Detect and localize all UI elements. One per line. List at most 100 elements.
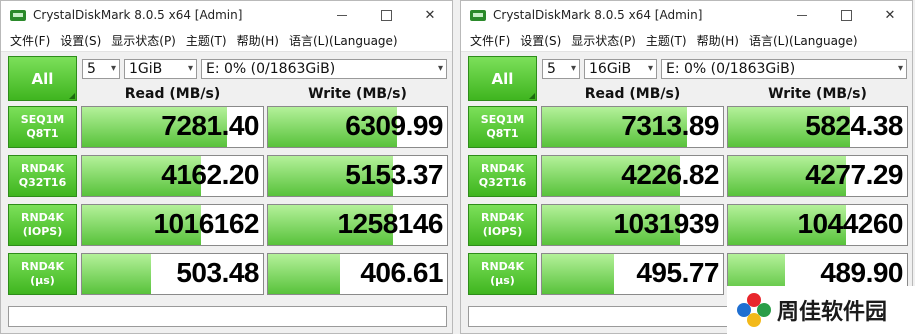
test-name: RND4K — [21, 162, 64, 175]
test-name: RND4K — [21, 211, 64, 224]
write-result: 5153.37 — [267, 155, 448, 197]
menu-display-status[interactable]: 显示状态(P) — [566, 32, 641, 49]
read-value: 495.77 — [636, 257, 719, 288]
test-button[interactable]: RND4K (IOPS) — [8, 204, 77, 246]
read-result: 4162.20 — [81, 155, 264, 197]
menu-help[interactable]: 帮助(H) — [692, 32, 744, 49]
read-header: Read (MB/s) — [584, 86, 681, 102]
chevron-down-icon: ▾ — [647, 63, 653, 74]
test-name: RND4K — [481, 211, 524, 224]
write-progress-bar — [268, 254, 340, 294]
read-progress-bar — [542, 254, 615, 294]
test-button[interactable]: RND4K Q32T16 — [468, 155, 537, 197]
count-value: 5 — [87, 61, 96, 77]
all-button[interactable]: All — [468, 56, 537, 101]
size-select[interactable]: 16GiB ▾ — [584, 59, 657, 79]
menu-help[interactable]: 帮助(H) — [232, 32, 284, 49]
count-select[interactable]: 5 ▾ — [542, 59, 580, 79]
minimize-button[interactable] — [320, 1, 364, 29]
chevron-down-icon: ▾ — [437, 63, 443, 74]
chevron-down-icon: ▾ — [570, 63, 576, 74]
test-param: (IOPS) — [482, 225, 523, 238]
test-button[interactable]: RND4K Q32T16 — [8, 155, 77, 197]
read-header: Read (MB/s) — [124, 86, 221, 102]
comment-field[interactable] — [8, 306, 447, 327]
menu-theme[interactable]: 主题(T) — [641, 32, 692, 49]
title-bar: CrystalDiskMark 8.0.5 x64 [Admin] ✕ — [461, 1, 912, 29]
drive-select[interactable]: E: 0% (0/1863GiB) ▾ — [201, 59, 447, 79]
read-result: 1031939 — [541, 204, 724, 246]
write-header: Write (MB/s) — [768, 86, 867, 102]
write-value: 5153.37 — [345, 159, 443, 190]
all-button[interactable]: All — [8, 56, 77, 101]
maximize-button[interactable] — [364, 1, 408, 29]
read-progress-bar — [82, 254, 151, 294]
test-button[interactable]: RND4K (µs) — [468, 253, 537, 295]
drive-select[interactable]: E: 0% (0/1863GiB) ▾ — [661, 59, 907, 79]
menu-file[interactable]: 文件(F) — [5, 32, 55, 49]
menu-language[interactable]: 语言(L)(Language) — [744, 32, 863, 49]
test-param: Q32T16 — [478, 176, 527, 189]
watermark-text: 周佳软件园 — [777, 300, 888, 325]
write-value: 1258146 — [337, 208, 443, 239]
window-title: CrystalDiskMark 8.0.5 x64 [Admin] — [493, 8, 703, 22]
read-result: 503.48 — [81, 253, 264, 295]
minimize-button[interactable] — [780, 1, 824, 29]
chevron-down-icon: ▾ — [897, 63, 903, 74]
write-header: Write (MB/s) — [308, 86, 407, 102]
count-select[interactable]: 5 ▾ — [82, 59, 120, 79]
close-button[interactable]: ✕ — [868, 1, 912, 29]
write-value: 4277.29 — [805, 159, 903, 190]
write-value: 406.61 — [360, 257, 443, 288]
app-window-1: CrystalDiskMark 8.0.5 x64 [Admin] ✕ 文件(F) 设… — [0, 0, 453, 334]
count-value: 5 — [547, 61, 556, 77]
menu-display-status[interactable]: 显示状态(P) — [106, 32, 181, 49]
test-param: Q8T1 — [486, 127, 519, 140]
read-value: 7281.40 — [161, 110, 259, 141]
menu-settings[interactable]: 设置(S) — [55, 32, 106, 49]
drive-value: E: 0% (0/1863GiB) — [206, 61, 336, 77]
test-button[interactable]: RND4K (µs) — [8, 253, 77, 295]
test-param: (µs) — [490, 274, 515, 287]
crystaldiskmark-app-icon — [10, 8, 26, 22]
drive-value: E: 0% (0/1863GiB) — [666, 61, 796, 77]
test-name: RND4K — [21, 260, 64, 273]
chevron-down-icon: ▾ — [187, 63, 193, 74]
write-result: 1044260 — [727, 204, 908, 246]
chevron-down-icon: ▾ — [110, 63, 116, 74]
menu-language[interactable]: 语言(L)(Language) — [284, 32, 403, 49]
test-param: (µs) — [30, 274, 55, 287]
watermark: 周佳软件园 — [727, 286, 915, 334]
test-button[interactable]: RND4K (IOPS) — [468, 204, 537, 246]
write-result: 406.61 — [267, 253, 448, 295]
menu-theme[interactable]: 主题(T) — [181, 32, 232, 49]
size-value: 16GiB — [589, 61, 632, 77]
write-result: 5824.38 — [727, 106, 908, 148]
test-name: SEQ1M — [480, 113, 525, 126]
size-select[interactable]: 1GiB ▾ — [124, 59, 197, 79]
test-button[interactable]: SEQ1M Q8T1 — [468, 106, 537, 148]
maximize-button[interactable] — [824, 1, 868, 29]
menu-file[interactable]: 文件(F) — [465, 32, 515, 49]
app-window-2: CrystalDiskMark 8.0.5 x64 [Admin] ✕ 文件(F) 设… — [460, 0, 913, 334]
read-value: 503.48 — [176, 257, 259, 288]
test-param: Q32T16 — [18, 176, 67, 189]
menu-settings[interactable]: 设置(S) — [515, 32, 566, 49]
read-value: 4162.20 — [161, 159, 259, 190]
write-value: 6309.99 — [345, 110, 443, 141]
read-result: 7281.40 — [81, 106, 264, 148]
read-result: 495.77 — [541, 253, 724, 295]
read-result: 7313.89 — [541, 106, 724, 148]
crystaldiskmark-app-icon — [470, 8, 486, 22]
write-value: 489.90 — [820, 257, 903, 288]
test-button[interactable]: SEQ1M Q8T1 — [8, 106, 77, 148]
test-name: RND4K — [481, 162, 524, 175]
test-name: SEQ1M — [20, 113, 65, 126]
menu-bar: 文件(F) 设置(S) 显示状态(P) 主题(T) 帮助(H) 语言(L)(Languag… — [461, 29, 912, 52]
write-result: 4277.29 — [727, 155, 908, 197]
read-value: 1016162 — [153, 208, 259, 239]
test-name: RND4K — [481, 260, 524, 273]
close-button[interactable]: ✕ — [408, 1, 452, 29]
read-value: 7313.89 — [621, 110, 719, 141]
size-value: 1GiB — [129, 61, 163, 77]
